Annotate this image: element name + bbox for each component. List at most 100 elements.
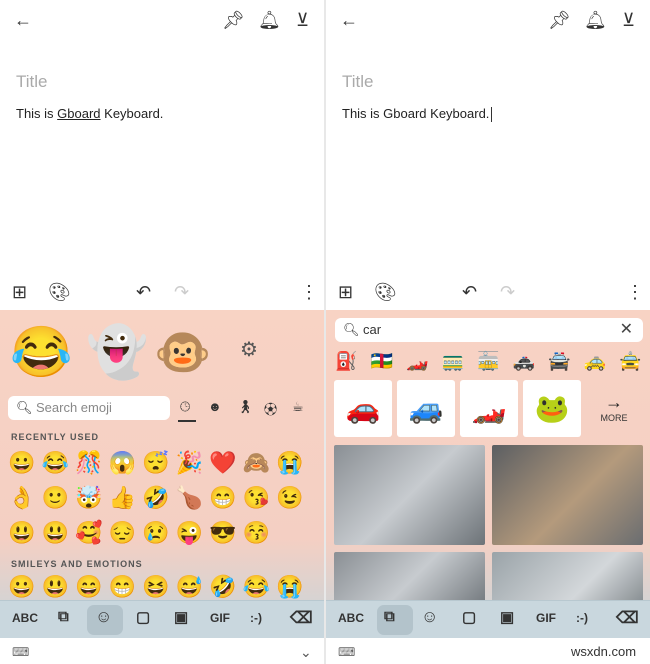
abc-key[interactable]: ABC (338, 611, 364, 625)
title-field[interactable]: Title (16, 72, 48, 92)
smiley-icon[interactable]: ☻ (208, 399, 222, 414)
emoji-result[interactable]: 🚃 (442, 348, 464, 374)
add-box-icon[interactable]: ⊞ (338, 282, 353, 302)
undo-icon[interactable]: ↶ (136, 282, 151, 302)
emoji-key[interactable]: 😃 (8, 520, 35, 546)
backspace-icon[interactable]: ⌫ (616, 608, 639, 628)
emoji-key[interactable]: 😃 (42, 574, 69, 600)
archive-icon[interactable]: ⊻ (296, 10, 309, 30)
emoji-key[interactable]: 🥰 (75, 520, 102, 546)
reminder-bell-icon[interactable]: 🔔︎ (258, 10, 281, 30)
sticker-search-icon[interactable]: ⧉ (58, 608, 69, 625)
bitmoji-icon[interactable]: ▢ (136, 608, 150, 626)
emoji-result[interactable]: 🚕 (584, 348, 606, 374)
food-icon[interactable]: ☕︎ (292, 399, 304, 415)
palette-icon[interactable]: 🎨︎ (374, 282, 397, 302)
keyboard-icon[interactable]: ⌨ (338, 642, 355, 662)
more-vert-icon[interactable]: ⋮ (626, 282, 644, 302)
emoji-key[interactable]: 😂 (243, 574, 270, 600)
gif-key[interactable]: GIF (536, 611, 556, 625)
emoji-key[interactable]: 😔 (109, 520, 136, 546)
emoji-result[interactable]: 🚋 (477, 348, 499, 374)
person-icon[interactable]: 🚶︎ (237, 399, 254, 415)
featured-emoji[interactable]: 😂 (10, 322, 72, 382)
emoji-key[interactable]: 👌 (8, 485, 35, 511)
gif-result[interactable] (334, 445, 485, 545)
more-button[interactable]: → MORE (594, 392, 634, 423)
gear-icon[interactable]: ⚙ (240, 340, 258, 360)
bitmoji-icon[interactable]: ▢ (462, 608, 476, 626)
emoji-key[interactable]: 😁 (109, 574, 136, 600)
emoji-key[interactable]: 😀 (8, 574, 35, 600)
emoji-key[interactable]: 😜 (176, 520, 203, 546)
emoji-key[interactable]: 🤣 (209, 574, 236, 600)
clear-icon[interactable]: ✕ (620, 318, 633, 342)
sticker-icon[interactable]: ▣ (174, 608, 188, 626)
palette-icon[interactable]: 🎨︎ (48, 282, 71, 302)
title-field[interactable]: Title (342, 72, 374, 92)
redo-icon[interactable]: ↷ (500, 282, 515, 302)
pin-icon[interactable]: 📌︎ (222, 10, 245, 30)
emoticon-key[interactable]: :-) (250, 611, 262, 625)
featured-emoji[interactable]: 👻 (86, 322, 148, 382)
abc-key[interactable]: ABC (12, 611, 38, 625)
emoticon-key[interactable]: :-) (576, 611, 588, 625)
emoji-key[interactable]: 😂 (42, 450, 69, 476)
emoji-key[interactable]: 🤣 (142, 485, 169, 511)
more-vert-icon[interactable]: ⋮ (300, 282, 318, 302)
emoji-key[interactable]: 😢 (142, 520, 169, 546)
undo-icon[interactable]: ↶ (462, 282, 477, 302)
redo-icon[interactable]: ↷ (174, 282, 189, 302)
back-arrow-icon[interactable]: ← (14, 10, 32, 30)
emoji-key[interactable]: 😄 (75, 574, 102, 600)
emoji-key[interactable]: 🎊 (75, 450, 102, 476)
emoji-key[interactable]: 🎉 (176, 450, 203, 476)
emoji-result[interactable]: 🚖 (619, 348, 641, 374)
sticker-result[interactable]: 🚗 (334, 380, 392, 437)
emoji-key[interactable]: 👍 (109, 485, 136, 511)
reminder-bell-icon[interactable]: 🔔︎ (584, 10, 607, 30)
emoji-key[interactable]: 😃 (42, 520, 69, 546)
sticker-result[interactable]: 🐸 (523, 380, 581, 437)
emoji-key[interactable]: 😀 (8, 450, 35, 476)
sticker-result[interactable]: 🚙 (397, 380, 455, 437)
emoji-tab-icon[interactable]: ☺ (421, 607, 438, 627)
emoji-result[interactable]: 🏎️ (406, 348, 428, 374)
pin-icon[interactable]: 📌︎ (548, 10, 571, 30)
chevron-down-icon[interactable]: ⌄ (300, 642, 312, 662)
emoji-key[interactable]: 🙂 (42, 485, 69, 511)
note-body[interactable]: This is Gboard Keyboard. (342, 106, 493, 123)
activity-icon[interactable]: ⚽︎ (264, 399, 277, 418)
emoji-key[interactable]: 😅 (176, 574, 203, 600)
emoji-key[interactable]: 🙈 (243, 450, 270, 476)
back-arrow-icon[interactable]: ← (340, 10, 358, 30)
emoji-tab-icon[interactable]: ☺ (95, 607, 112, 627)
emoji-result[interactable]: 🇨🇫 (371, 348, 393, 374)
archive-icon[interactable]: ⊻ (622, 10, 635, 30)
emoji-key[interactable]: 😭 (276, 450, 303, 476)
emoji-key[interactable]: 😉 (276, 485, 303, 511)
emoji-key[interactable]: ❤️ (209, 450, 236, 476)
emoji-result[interactable]: 🚓 (513, 348, 535, 374)
sticker-search-icon[interactable]: ⧉ (384, 608, 395, 625)
note-body[interactable]: This is Gboard Keyboard. (16, 106, 163, 121)
recent-clock-icon[interactable]: 🕒︎ (180, 399, 190, 415)
keyboard-icon[interactable]: ⌨ (12, 642, 29, 662)
sticker-result[interactable]: 🏎️ (460, 380, 518, 437)
gif-result[interactable] (492, 445, 643, 545)
add-box-icon[interactable]: ⊞ (12, 282, 27, 302)
emoji-result[interactable]: 🚔 (548, 348, 570, 374)
sticker-icon[interactable]: ▣ (500, 608, 514, 626)
gif-key[interactable]: GIF (210, 611, 230, 625)
emoji-key[interactable]: 🍗 (176, 485, 203, 511)
emoji-key[interactable]: 🤯 (75, 485, 102, 511)
emoji-key[interactable]: 😁 (209, 485, 236, 511)
emoji-key[interactable]: 😚 (243, 520, 270, 546)
emoji-result[interactable]: ⛽ (335, 348, 357, 374)
emoji-key[interactable]: 😱 (109, 450, 136, 476)
backspace-icon[interactable]: ⌫ (290, 608, 313, 628)
emoji-key[interactable]: 😴 (142, 450, 169, 476)
emoji-key[interactable]: 😎 (209, 520, 236, 546)
emoji-key[interactable]: 😆 (142, 574, 169, 600)
emoji-search-input[interactable]: 🔍︎ Search emoji (8, 396, 170, 420)
